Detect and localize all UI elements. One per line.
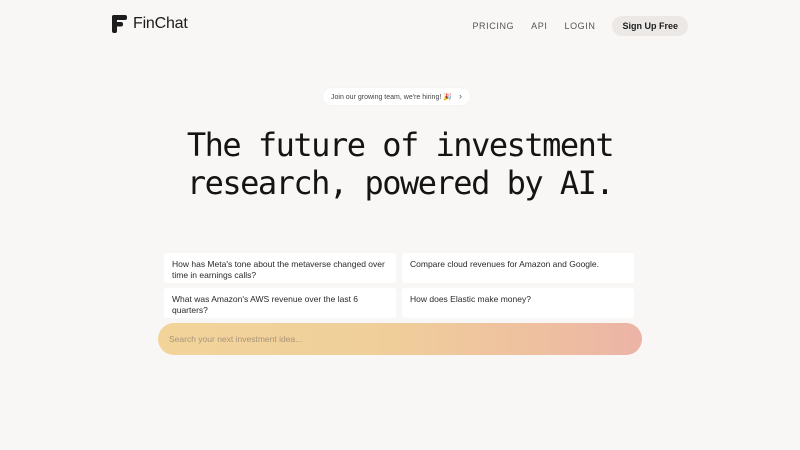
search-input[interactable] bbox=[158, 323, 642, 355]
finchat-logo-icon bbox=[112, 15, 127, 33]
hero-headline: The future of investment research, power… bbox=[0, 126, 800, 202]
suggestion-card-meta-metaverse[interactable]: How has Meta's tone about the metaverse … bbox=[164, 253, 396, 283]
chevron-right-icon: › bbox=[458, 91, 462, 101]
landing-page: FinChat PRICING API LOGIN Sign Up Free J… bbox=[0, 0, 800, 450]
hiring-banner-link[interactable]: Join our growing team, we're hiring! 🎉 › bbox=[323, 88, 470, 105]
suggestion-card-cloud-revenues[interactable]: Compare cloud revenues for Amazon and Go… bbox=[402, 253, 634, 283]
suggestion-card-aws-revenue[interactable]: What was Amazon's AWS revenue over the l… bbox=[164, 288, 396, 318]
nav-pricing-link[interactable]: PRICING bbox=[472, 21, 514, 31]
brand-name: FinChat bbox=[133, 15, 188, 32]
nav-api-link[interactable]: API bbox=[531, 21, 547, 31]
brand-logo-link[interactable]: FinChat bbox=[112, 15, 188, 33]
hero-headline-line-1: The future of investment bbox=[186, 126, 615, 164]
sign-up-button[interactable]: Sign Up Free bbox=[612, 16, 688, 36]
hero-headline-line-2: research, powered by AI. bbox=[186, 164, 615, 202]
main-nav: PRICING API LOGIN Sign Up Free bbox=[472, 16, 688, 36]
top-header: FinChat PRICING API LOGIN Sign Up Free bbox=[0, 0, 800, 52]
suggestion-card-elastic[interactable]: How does Elastic make money? bbox=[402, 288, 634, 318]
nav-login-link[interactable]: LOGIN bbox=[564, 21, 595, 31]
hiring-banner-text: Join our growing team, we're hiring! 🎉 bbox=[331, 93, 452, 101]
